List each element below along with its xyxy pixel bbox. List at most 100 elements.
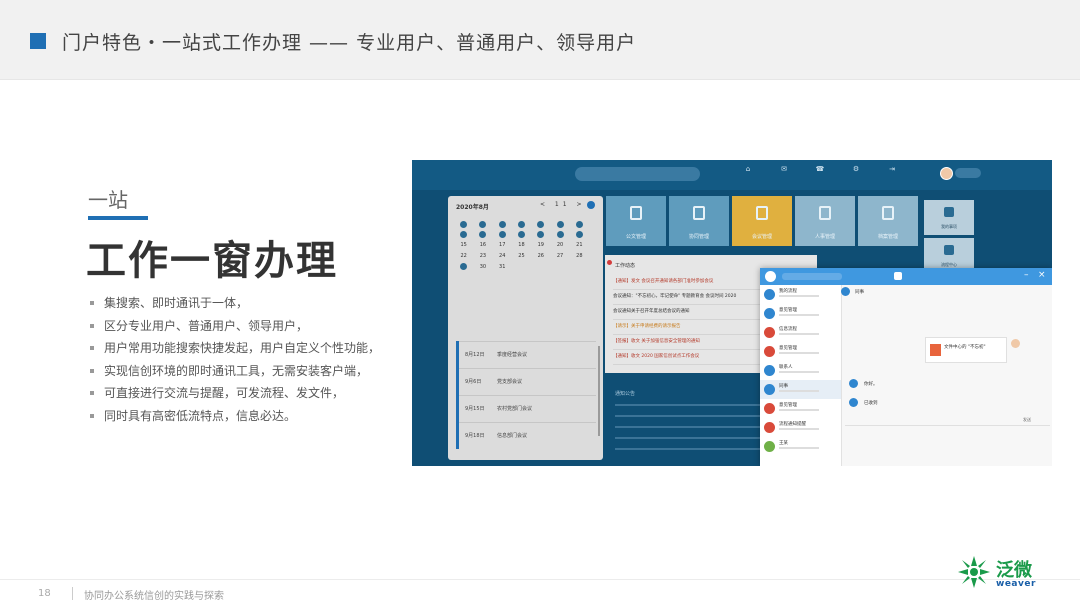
calendar-day: 9 — [479, 231, 487, 238]
conversation-avatar — [841, 287, 850, 296]
calendar-day: 18 — [518, 242, 525, 248]
close-icon: × — [1038, 270, 1046, 280]
contact-item: 王某 — [760, 437, 841, 456]
tile: 协同管理 — [669, 196, 729, 246]
calendar-day: 14 — [575, 231, 583, 238]
event-item: 9月18日 信息部门会议 — [459, 422, 596, 449]
calendar-day: 4 — [517, 221, 525, 228]
calendar-day: 30 — [479, 264, 487, 270]
event-item: 9月15日 农村党部门会议 — [459, 395, 596, 422]
chat-app-icon — [765, 271, 776, 282]
contact-item: 流程通知提醒 — [760, 418, 841, 437]
calendar-day: 13 — [556, 231, 564, 238]
side-tiles: 我的事项 流程中心 — [924, 200, 974, 276]
portal-topbar: ⌂ ✉ ☎ ⚙ ⇥ — [412, 160, 1052, 190]
nav-item: ☎ — [815, 165, 825, 173]
calendar-day: 27 — [556, 253, 564, 259]
user-name-pill — [955, 168, 981, 178]
send-button: 发送 — [1023, 417, 1031, 422]
nav-item: ⇥ — [889, 165, 895, 173]
chat-message: 你好。 — [849, 379, 878, 388]
file-message: 文件中心的 "不忘初" — [925, 337, 1007, 363]
calendar-day: 10 — [498, 231, 506, 238]
file-name: 文件中心的 "不忘初" — [944, 345, 986, 350]
contact-item: 意见管理 — [760, 304, 841, 323]
event-item: 9月6日 党支部会议 — [459, 368, 596, 395]
file-icon — [930, 344, 941, 356]
calendar-day: 6 — [556, 221, 564, 228]
user-avatar — [940, 167, 953, 180]
calendar-day: 1 — [460, 221, 468, 228]
feature-item: 实现信创环境的即时通讯工具，无需安装客户端， — [90, 360, 380, 383]
side-tile: 我的事项 — [924, 200, 974, 235]
contact-item: 同事 — [760, 380, 841, 399]
calendar-day: 11 — [517, 231, 525, 238]
calendar-day: 17 — [499, 242, 506, 248]
function-tiles: 公文管理 协同管理 会议管理 人事管理 档案管理 — [606, 196, 918, 246]
calendar-day: 7 — [575, 221, 583, 228]
calendar-day: 19 — [537, 242, 544, 248]
calendar-day: 5 — [537, 221, 545, 228]
notice-title: 通知公告 — [615, 391, 636, 397]
tile: 会议管理 — [732, 196, 792, 246]
tile: 档案管理 — [858, 196, 918, 246]
footer-caption: 协同办公系统信创的实践与探索 — [84, 591, 224, 602]
tile: 公文管理 — [606, 196, 666, 246]
nav-item: ✉ — [781, 165, 787, 173]
chat-search — [782, 273, 842, 280]
contact-item: 意见管理 — [760, 342, 841, 361]
calendar-add-icon — [587, 201, 595, 209]
feature-item: 可直接进行交流与提醒，可发流程、发文件， — [90, 382, 380, 405]
calendar-day: 22 — [460, 253, 467, 259]
sender-avatar — [1011, 339, 1020, 348]
portal-search-bar — [575, 167, 700, 181]
calendar-day: 29 — [460, 263, 468, 270]
main-heading: 工作一窗办理 — [86, 238, 338, 284]
page-number: 18 — [38, 588, 51, 599]
portal-nav: ⌂ ✉ ☎ ⚙ ⇥ — [737, 165, 903, 174]
brand-name-en: weaver — [996, 579, 1036, 589]
calendar-day: 2 — [479, 221, 487, 228]
calendar-month: 2020年8月 — [456, 204, 489, 211]
nav-item: ⚙ — [852, 165, 860, 173]
calendar-day: 23 — [479, 253, 487, 259]
chat-message: 已收到 — [849, 398, 878, 407]
section-kicker: 一站 — [88, 188, 128, 212]
calendar-day: 12 — [537, 231, 545, 238]
title-bar: 门户特色・一站式工作办理 —— 专业用户、普通用户、领导用户 — [0, 0, 1080, 80]
tile: 人事管理 — [795, 196, 855, 246]
footer-divider — [0, 579, 1080, 580]
calendar-scrollbar — [598, 346, 600, 436]
chat-titlebar: – × — [760, 268, 1052, 285]
calendar-day: 24 — [499, 253, 506, 259]
calendar-day: 15 — [460, 242, 467, 248]
weaver-logo-icon — [958, 556, 990, 588]
calendar-day: 3 — [498, 221, 506, 228]
calendar-day: 26 — [537, 253, 544, 259]
contact-item: 意见管理 — [760, 399, 841, 418]
event-item: 8月12日 季度经营会议 — [459, 341, 596, 368]
calendar-day: 31 — [499, 264, 506, 270]
feature-item: 区分专业用户、普通用户、领导用户， — [90, 315, 380, 338]
title-marker — [30, 33, 46, 49]
feature-list: 集搜索、即时通讯于一体， 区分专业用户、普通用户、领导用户， 用户常用功能搜索快… — [90, 292, 380, 427]
conversation-title: 同事 — [855, 290, 864, 295]
calendar-card: 2020年8月 < 11 > 1 2 3 4 5 6 7 8 9 10 11 12 13 14 15 16 17… — [448, 196, 603, 460]
contact-item: 我的流程 — [760, 285, 841, 304]
document-heading: 工作动态 — [615, 263, 636, 269]
input-divider — [845, 425, 1050, 426]
calendar-day: 21 — [576, 242, 583, 248]
feature-item: 集搜索、即时通讯于一体， — [90, 292, 380, 315]
slide-title: 门户特色・一站式工作办理 —— 专业用户、普通用户、领导用户 — [62, 32, 637, 54]
portal-screenshot: ⌂ ✉ ☎ ⚙ ⇥ 2020年8月 < 11 > 1 2 3 4 5 6 7 8 9 10 11 12… — [412, 160, 1052, 466]
footer-separator — [72, 587, 73, 600]
calendar-nav: < 11 > — [540, 201, 586, 208]
calendar-day: 28 — [576, 253, 583, 259]
kicker-underline — [88, 216, 148, 220]
minimize-icon: – — [1024, 270, 1029, 280]
calendar-day: 8 — [460, 231, 468, 238]
contact-item: 信息流程 — [760, 323, 841, 342]
feature-item: 同时具有高密低流特点，信息必达。 — [90, 405, 380, 428]
chat-window: – × 我的流程 意见管理 信息流程 意见管理 联系人 同事 意见管理 流程通知… — [760, 268, 1052, 466]
feature-item: 用户常用功能搜索快捷发起，用户自定义个性功能， — [90, 337, 380, 360]
